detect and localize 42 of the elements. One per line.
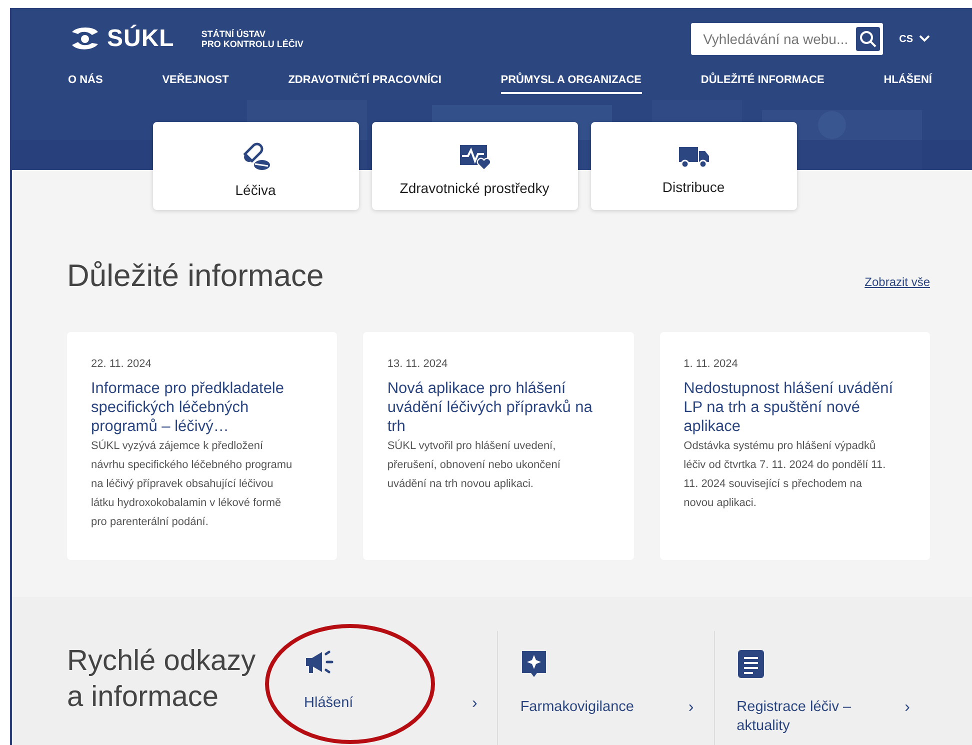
sparkle-bubble-icon — [520, 649, 548, 679]
show-all-link[interactable]: Zobrazit vše — [864, 275, 930, 289]
chevron-down-icon — [919, 35, 930, 43]
news-date: 13. 11. 2024 — [387, 358, 449, 370]
nav-tab[interactable]: DŮLEŽITÉ INFORMACE — [700, 74, 824, 94]
nav-tab[interactable]: PRŮMYSL A ORGANIZACE — [500, 74, 642, 94]
news-date: 1. 11. 2024 — [684, 358, 739, 370]
nav-tab[interactable]: ZDRAVOTNIČTÍ PRACOVNÍCI — [288, 74, 442, 94]
chevron-icon[interactable]: › — [472, 694, 478, 713]
news-date: 22. 11. 2024 — [91, 358, 152, 370]
heart-monitor-icon — [458, 142, 490, 170]
logo-subtitle: PRO KONTROLU LÉČIV — [201, 39, 304, 49]
nav-tab[interactable]: VEŘEJNOST — [162, 74, 229, 94]
news-excerpt: Odstávka systému pro hlášení výpadků léčiv od čtvrtka 7. 11. 2024 do pondělí 11. 11. 2024 související s přechodem na novou aplikaci. — [684, 439, 887, 511]
nav-tab[interactable]: HLÁŠENÍ — [884, 74, 932, 94]
news-title[interactable]: Nová aplikace pro hlášení uvádění léčivých přípravků na trh — [387, 379, 614, 436]
category-card[interactable]: Léčiva — [152, 122, 358, 210]
category-label: Zdravotnické prostředky — [400, 180, 550, 196]
news-title[interactable]: Nedostupnost hlášení uvádění LP na trh a spuštění nové aplikace — [684, 379, 910, 436]
logo-subtitle: STÁTNÍ ÚSTAV — [201, 29, 267, 39]
category-card[interactable]: Zdravotnické prostředky — [372, 122, 578, 210]
quick-link[interactable]: Hlášení — [304, 694, 354, 713]
chevron-icon[interactable]: › — [904, 698, 910, 717]
news-excerpt: SÚKL vytvořil pro hlášení uvedení, přerušení, obnovení nebo ukončení uvádění na trh novou aplikaci. — [387, 438, 562, 492]
news-excerpt: SÚKL vyzývá zájemce k předložení návrhu specifického léčebného programu na léčivý přípravek obsahující léčivou látku hydroxokobalamin v lékové formě pro parenterální podání. — [91, 438, 294, 530]
search-button[interactable] — [856, 27, 880, 51]
megaphone-icon — [304, 649, 336, 675]
language-selector[interactable]: CS — [899, 34, 930, 44]
quick-link[interactable]: Farmakovigilance — [520, 698, 634, 717]
section-heading: Důležité informace — [67, 258, 324, 294]
search-icon — [859, 30, 878, 48]
quick-link[interactable]: Registrace léčiv – aktuality — [736, 698, 897, 736]
chevron-icon[interactable]: › — [688, 698, 694, 717]
category-label: Distribuce — [662, 178, 725, 194]
category-label: Léčiva — [235, 182, 276, 198]
section-heading: Rychlé odkazy a informace — [67, 644, 257, 715]
document-icon — [736, 649, 765, 679]
category-card[interactable]: Distribuce — [590, 122, 796, 210]
search-bar[interactable]: Vyhledávání na webu... — [691, 23, 884, 55]
logo-text[interactable]: SÚKL — [107, 25, 174, 53]
news-title[interactable]: Informace pro předkladatele specifických léčebných programů – léčivý… — [91, 379, 318, 436]
nav-tab[interactable]: O NÁS — [68, 74, 103, 94]
